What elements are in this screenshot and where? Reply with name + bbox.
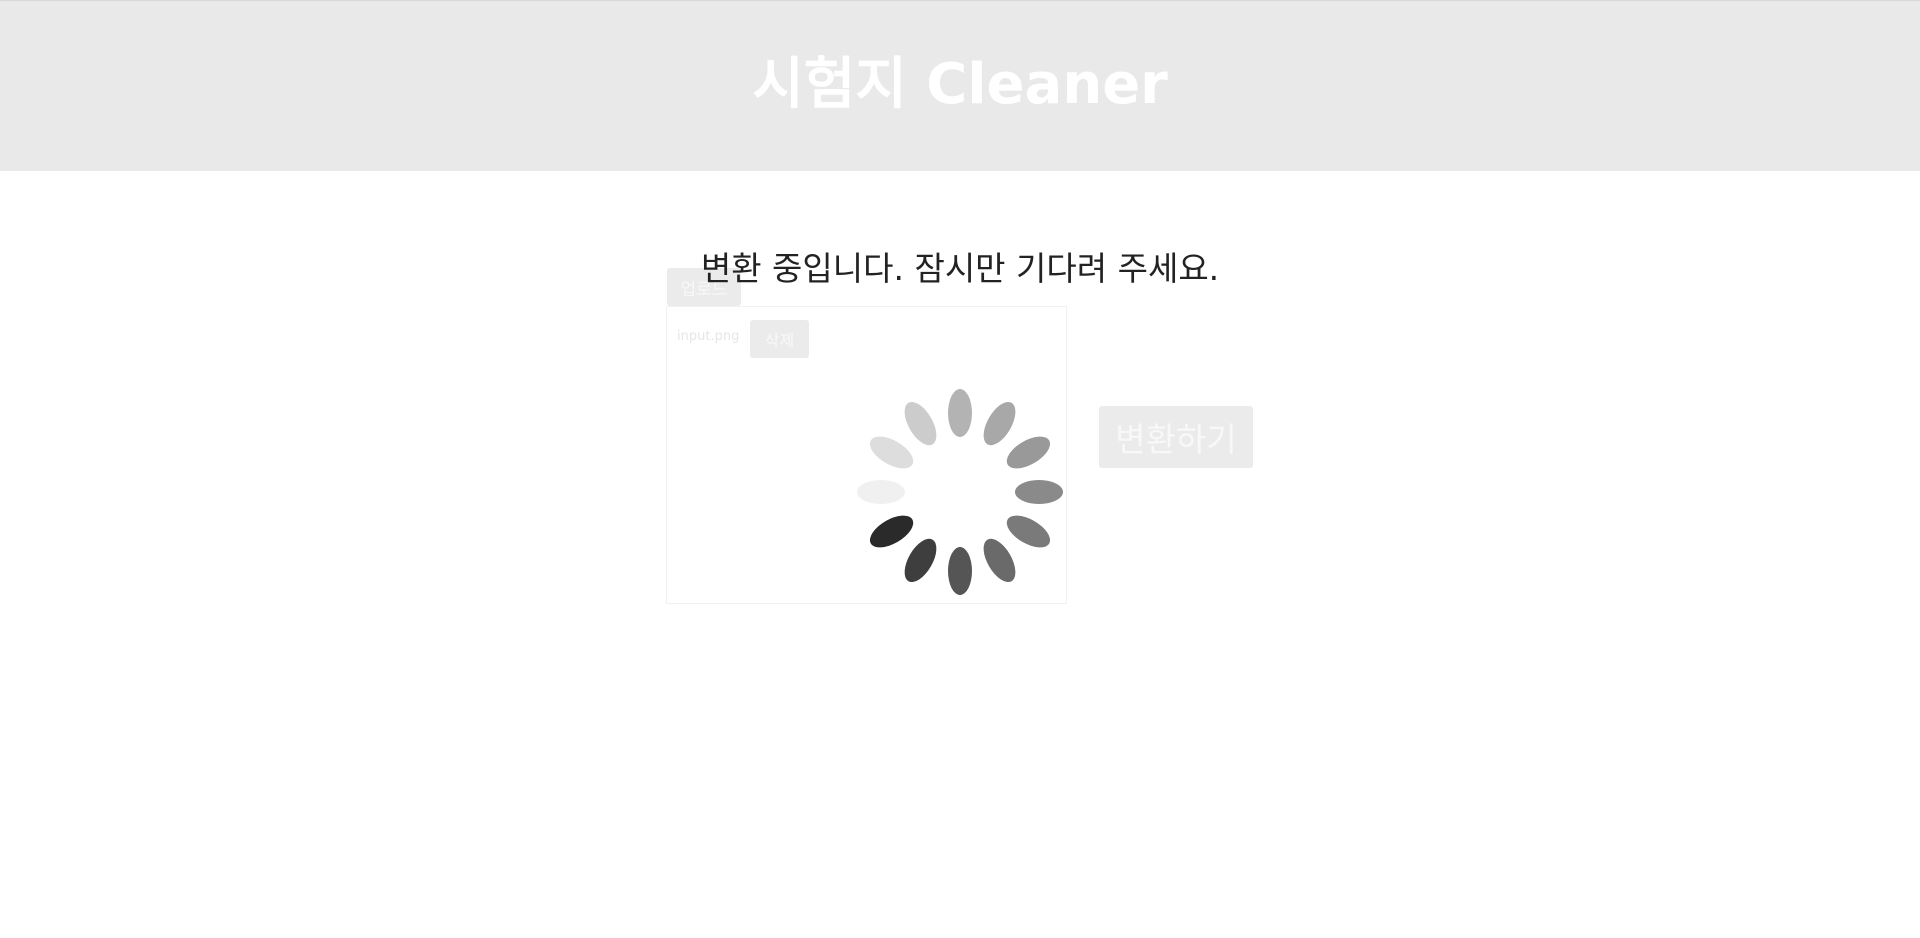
spinner-petal xyxy=(1006,436,1051,469)
spinner-petal xyxy=(983,538,1016,583)
spinner-petal xyxy=(983,401,1016,446)
spinner-petal xyxy=(857,480,905,504)
spinner-petal xyxy=(948,547,972,595)
spinner-petal xyxy=(1015,480,1063,504)
spinner-petal xyxy=(948,389,972,437)
app-header: 시험지 Cleaner xyxy=(0,0,1920,171)
spinner-petal xyxy=(869,515,914,548)
convert-button[interactable]: 변환하기 xyxy=(1099,406,1253,468)
spinner-petal xyxy=(869,436,914,469)
workspace: 업로드 input.png 삭제 변환하기 변환 중입니다. 잠시만 기다려 주… xyxy=(0,171,1920,938)
file-name: input.png xyxy=(677,329,740,344)
spinner-petal xyxy=(1006,515,1051,548)
loading-spinner-icon xyxy=(857,389,1063,595)
loading-message: 변환 중입니다. 잠시만 기다려 주세요. xyxy=(700,249,1220,288)
spinner-petal xyxy=(904,538,937,583)
spinner-petal xyxy=(904,401,937,446)
delete-button[interactable]: 삭제 xyxy=(750,320,809,358)
app-title: 시험지 Cleaner xyxy=(752,52,1168,117)
